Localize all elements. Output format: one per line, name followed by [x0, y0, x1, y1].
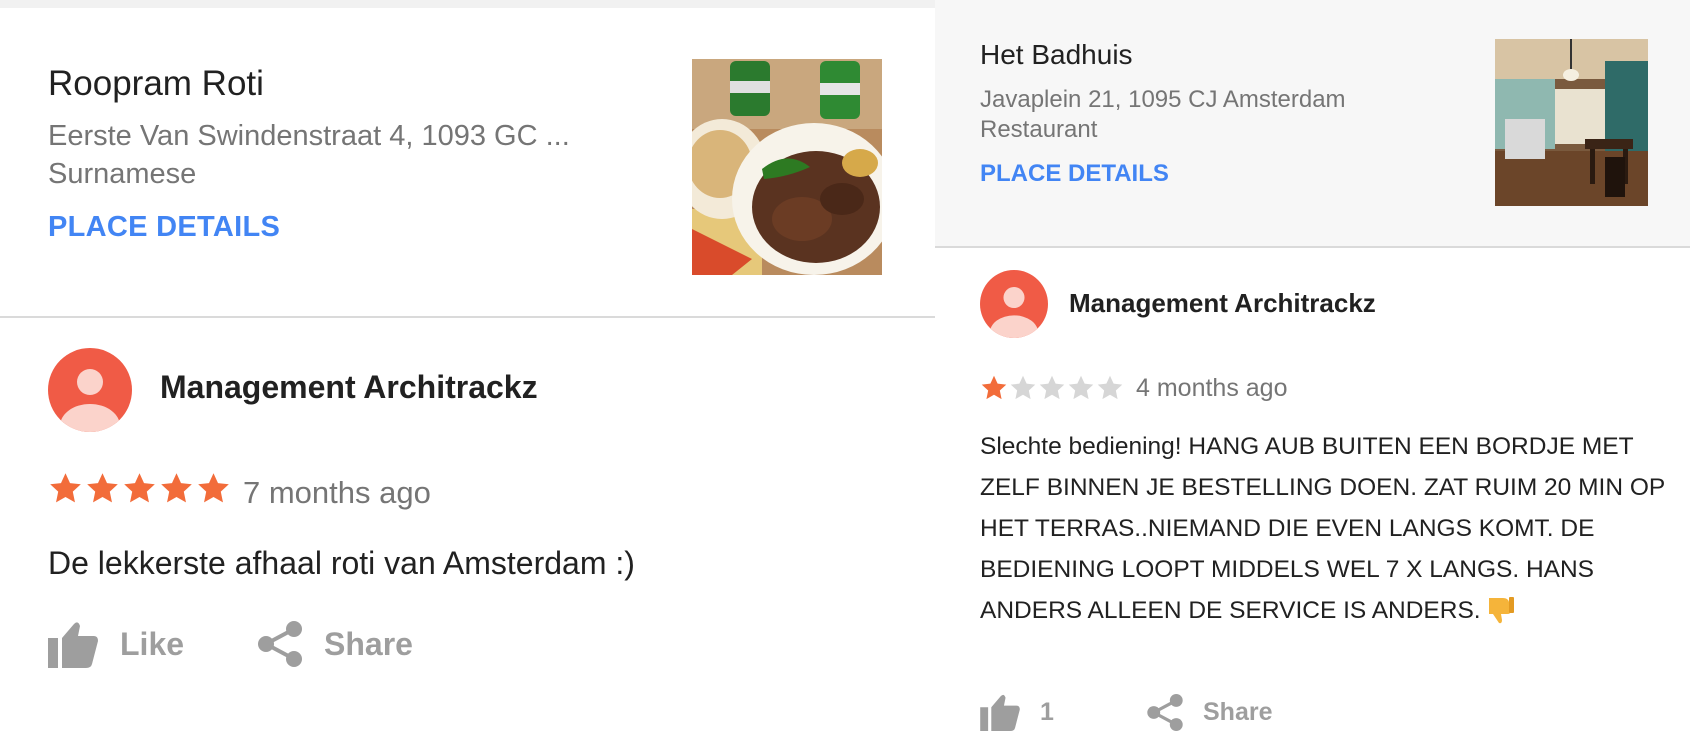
place-photo[interactable]	[1495, 39, 1648, 206]
star-empty-icon	[1010, 375, 1036, 400]
place-photo[interactable]	[692, 59, 882, 275]
thumbs-up-icon	[48, 622, 98, 668]
place-category: Restaurant	[980, 116, 1098, 143]
restaurant-interior-image	[1495, 39, 1648, 206]
place-card: Het Badhuis Javaplein 21, 1095 CJ Amster…	[935, 0, 1690, 248]
place-details-link[interactable]: PLACE DETAILS	[48, 211, 280, 244]
reviewer-avatar[interactable]	[980, 270, 1048, 338]
place-card: Roopram Roti Eerste Van Swindenstraat 4,…	[0, 8, 935, 318]
review-panel-left: Roopram Roti Eerste Van Swindenstraat 4,…	[0, 0, 935, 752]
reviewer-name[interactable]: Management Architrackz	[160, 369, 538, 406]
thumbs-down-emoji	[1485, 594, 1515, 624]
review-text-body: Slechte bediening! HANG AUB BUITEN EEN B…	[980, 433, 1665, 624]
reviewer-avatar[interactable]	[48, 348, 132, 432]
review-text: Slechte bediening! HANG AUB BUITEN EEN B…	[980, 426, 1670, 631]
food-photo-image	[692, 59, 882, 275]
place-category: Surnamese	[48, 158, 197, 190]
place-address: Eerste Van Swindenstraat 4, 1093 GC ...	[48, 120, 570, 152]
share-icon	[258, 621, 302, 667]
star-filled-icon	[50, 473, 81, 503]
thumbs-down-emoji-icon	[1488, 597, 1514, 624]
share-icon	[1147, 693, 1183, 731]
star-filled-icon	[981, 375, 1007, 400]
place-name: Roopram Roti	[48, 64, 264, 103]
place-details-link[interactable]: PLACE DETAILS	[980, 160, 1169, 188]
star-empty-icon	[1097, 375, 1123, 400]
review-text: De lekkerste afhaal roti van Amsterdam :…	[48, 545, 635, 581]
star-empty-icon	[1039, 375, 1065, 400]
star-filled-icon	[87, 473, 118, 503]
star-filled-icon	[124, 473, 155, 503]
share-label: Share	[1203, 697, 1273, 726]
place-name: Het Badhuis	[980, 39, 1133, 70]
review-age: 4 months ago	[1136, 374, 1288, 402]
thumbs-up-icon	[980, 694, 1020, 731]
like-count: 1	[1040, 697, 1054, 726]
person-avatar-icon	[48, 348, 132, 432]
share-button[interactable]: Share	[258, 616, 413, 672]
top-divider-strip	[0, 0, 935, 8]
like-label: Like	[120, 625, 185, 662]
place-address: Javaplein 21, 1095 CJ Amsterdam	[980, 86, 1346, 113]
review-age: 7 months ago	[243, 475, 431, 510]
star-rating	[48, 471, 231, 511]
review-panel-right: Het Badhuis Javaplein 21, 1095 CJ Amster…	[935, 0, 1690, 752]
like-button[interactable]: Like	[48, 616, 184, 672]
share-label: Share	[324, 625, 413, 662]
star-filled-icon	[161, 473, 192, 503]
like-button[interactable]: 1	[980, 690, 1054, 734]
star-rating	[980, 374, 1124, 402]
star-empty-icon	[1068, 375, 1094, 400]
share-button[interactable]: Share	[1147, 690, 1272, 734]
reviewer-name[interactable]: Management Architrackz	[1069, 288, 1376, 319]
person-avatar-icon	[980, 270, 1048, 338]
star-filled-icon	[198, 473, 229, 503]
